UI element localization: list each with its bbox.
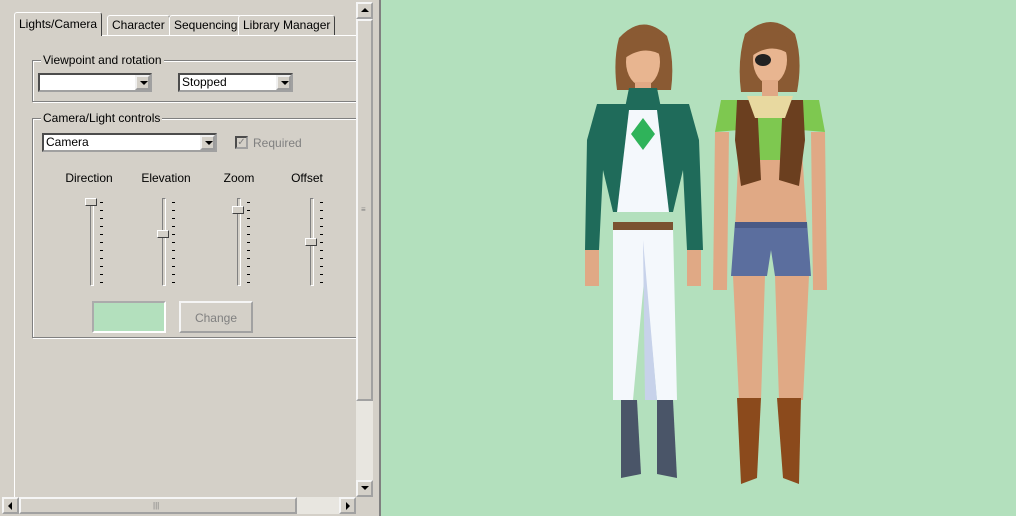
slider-tick [100,218,103,219]
scroll-grip-icon: ≡ [361,205,366,214]
slider-tick [320,274,323,275]
direction-label: Direction [65,171,113,185]
light-color-swatch [92,301,166,333]
chevron-down-icon[interactable] [200,135,215,150]
required-checkbox[interactable]: ✓ [235,136,248,149]
required-label: Required [253,136,302,150]
slider-tick [320,218,323,219]
control-pane-content: Lights/Camera Character Sequencing Libra… [2,2,356,497]
tab-character[interactable]: Character [107,15,170,35]
slider-tick [247,242,250,243]
slider-tick [247,234,250,235]
slider-tick [100,274,103,275]
slider-tick [247,218,250,219]
slider-tick [247,274,250,275]
slider-tick [172,282,175,283]
slider-tick [100,282,103,283]
camera-light-group-legend: Camera/Light controls [41,111,163,125]
horizontal-scroll-thumb[interactable]: ||| [19,497,297,514]
slider-tick [100,202,103,203]
camera-light-select-value: Camera [46,135,89,149]
slider-tick [172,218,175,219]
slider-tick [100,266,103,267]
slider-tick [172,226,175,227]
slider-tick [172,266,175,267]
chevron-down-icon[interactable] [135,75,150,90]
slider-tick [100,250,103,251]
slider-tick [172,210,175,211]
slider-thumb[interactable] [157,230,169,238]
direction-slider[interactable] [83,198,103,286]
vertical-scrollbar[interactable]: ≡ [356,2,373,497]
slider-tick [172,242,175,243]
character-render [585,22,827,484]
slider-tick [100,210,103,211]
slider-thumb[interactable] [232,206,244,214]
zoom-label: Zoom [223,171,255,185]
scroll-down-button[interactable] [356,480,373,497]
slider-tick [100,258,103,259]
slider-tick [172,250,175,251]
character-brown-vest [713,22,827,484]
rotation-select[interactable]: Stopped [178,73,293,92]
horizontal-scrollbar[interactable]: ||| [2,497,356,514]
rotation-select-value: Stopped [182,75,227,89]
3d-viewport[interactable] [379,0,1016,516]
slider-tick [247,226,250,227]
slider-thumb[interactable] [305,238,317,246]
slider-tick [320,242,323,243]
chevron-down-icon[interactable] [276,75,291,90]
slider-tick [247,258,250,259]
control-pane: Lights/Camera Character Sequencing Libra… [0,0,376,516]
slider-tick [172,274,175,275]
tab-sequencing[interactable]: Sequencing [169,15,243,35]
offset-slider[interactable] [303,198,323,286]
tab-strip: Lights/Camera Character Sequencing Libra… [14,12,354,36]
elevation-slider[interactable] [155,198,175,286]
slider-tick [247,210,250,211]
tab-lights-camera[interactable]: Lights/Camera [14,12,103,36]
slider-tick [172,234,175,235]
scroll-left-button[interactable] [2,497,19,514]
slider-track[interactable] [162,198,166,286]
slider-track[interactable] [90,198,94,286]
slider-tick [320,282,323,283]
viewpoint-select[interactable] [38,73,152,92]
slider-tick [320,210,323,211]
slider-tick [247,282,250,283]
zoom-slider[interactable] [230,198,250,286]
slider-tick [172,258,175,259]
slider-tick [320,250,323,251]
slider-tick [320,258,323,259]
elevation-label: Elevation [141,171,191,185]
offset-label: Offset [291,171,323,185]
tab-library-manager[interactable]: Library Manager [238,15,336,35]
viewpoint-group-legend: Viewpoint and rotation [41,53,164,67]
slider-thumb[interactable] [85,198,97,206]
slider-tick [100,226,103,227]
h-scroll-grip-icon: ||| [153,501,160,510]
slider-tick [320,226,323,227]
slider-tick [247,266,250,267]
slider-tick [320,202,323,203]
camera-light-select[interactable]: Camera [42,133,217,152]
slider-tick [247,250,250,251]
scroll-up-button[interactable] [356,2,373,19]
slider-tick [320,266,323,267]
vertical-scroll-thumb[interactable]: ≡ [356,19,373,401]
slider-tick [247,202,250,203]
change-color-button[interactable]: Change [179,301,253,333]
slider-tick [172,202,175,203]
slider-tick [100,242,103,243]
character-green-jacket [585,24,703,478]
slider-tick [100,234,103,235]
slider-tick [320,234,323,235]
scroll-right-button[interactable] [339,497,356,514]
